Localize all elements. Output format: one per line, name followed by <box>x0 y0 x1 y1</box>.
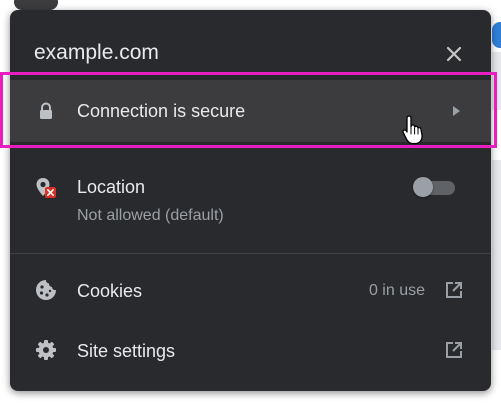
connection-security-row[interactable]: Connection is secure <box>10 80 491 142</box>
location-permission-row: Location Not allowed (default) <box>10 156 491 246</box>
connection-label: Connection is secure <box>77 101 246 121</box>
cookie-icon <box>34 278 58 302</box>
site-title: example.com <box>34 41 159 64</box>
location-toggle[interactable] <box>413 176 457 198</box>
popup-header: example.com <box>10 10 491 76</box>
gear-icon <box>34 338 58 362</box>
background-page-strip <box>492 52 501 110</box>
cookies-count: 0 in use <box>368 282 425 299</box>
site-settings-label: Site settings <box>77 341 176 361</box>
background-profile-dot <box>492 22 501 48</box>
toggle-knob <box>413 177 433 197</box>
lock-icon <box>34 99 58 123</box>
open-external-icon[interactable] <box>444 280 464 300</box>
chevron-right-icon <box>453 106 460 116</box>
open-external-icon[interactable] <box>444 340 464 360</box>
cookies-row[interactable]: Cookies 0 in use <box>10 262 491 318</box>
close-button[interactable] <box>440 40 468 68</box>
background-page-strip <box>492 160 501 350</box>
screen: example.com Connection is secure Locatio… <box>0 0 501 403</box>
location-blocked-icon <box>34 176 58 200</box>
location-status: Not allowed (default) <box>77 207 224 224</box>
section-divider <box>10 253 491 254</box>
site-info-popup: example.com Connection is secure Locatio… <box>10 10 491 391</box>
background-tab <box>14 0 58 10</box>
cookies-label: Cookies <box>77 281 143 301</box>
close-icon <box>446 46 462 62</box>
location-label: Location <box>77 177 146 197</box>
site-settings-row[interactable]: Site settings <box>10 322 491 378</box>
